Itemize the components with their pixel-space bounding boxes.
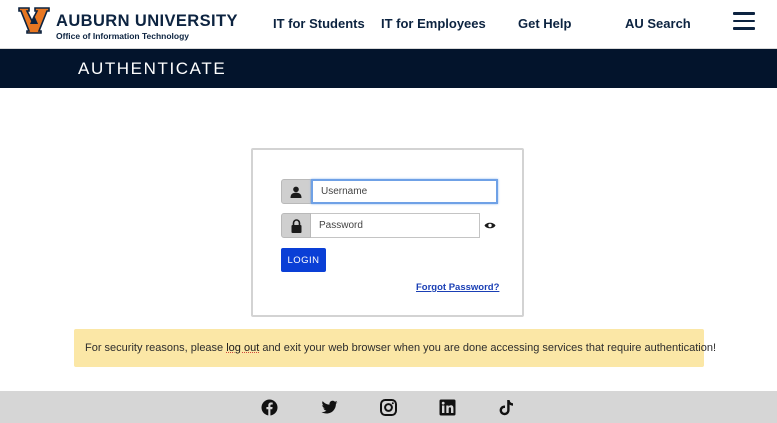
nav-it-for-students[interactable]: IT for Students [273, 16, 365, 31]
nav-get-help[interactable]: Get Help [518, 16, 571, 31]
page-title: AUTHENTICATE [78, 59, 227, 78]
brand-subtitle[interactable]: Office of Information Technology [56, 31, 189, 41]
twitter-icon[interactable] [321, 399, 338, 416]
logout-link[interactable]: log out [226, 342, 259, 354]
password-input[interactable] [311, 213, 480, 238]
page-banner: AUTHENTICATE [0, 49, 777, 88]
forgot-password-link[interactable]: Forgot Password? [416, 282, 499, 293]
linkedin-icon[interactable] [439, 399, 456, 416]
brand-title[interactable]: AUBURN UNIVERSITY [56, 12, 238, 31]
tiktok-icon[interactable] [498, 399, 515, 416]
nav-au-search[interactable]: AU Search [625, 16, 691, 31]
lock-icon [281, 213, 311, 238]
login-button[interactable]: LOGIN [281, 248, 326, 272]
login-form: LOGIN Forgot Password? [251, 148, 524, 317]
username-row [281, 179, 499, 204]
au-logo-icon[interactable] [18, 7, 50, 34]
notice-text-before: For security reasons, please [85, 342, 227, 354]
site-header: AUBURN UNIVERSITY Office of Information … [0, 0, 777, 49]
password-row [281, 213, 499, 238]
user-icon [281, 179, 311, 204]
security-notice: For security reasons, please log out and… [74, 329, 716, 367]
username-input[interactable] [311, 179, 498, 204]
hamburger-icon[interactable] [733, 12, 755, 32]
nav-it-for-employees[interactable]: IT for Employees [381, 16, 486, 31]
site-footer [0, 391, 777, 423]
eye-icon[interactable] [484, 221, 496, 230]
instagram-icon[interactable] [380, 399, 397, 416]
notice-text-after: and exit your web browser when you are d… [259, 342, 717, 354]
facebook-icon[interactable] [261, 399, 278, 416]
